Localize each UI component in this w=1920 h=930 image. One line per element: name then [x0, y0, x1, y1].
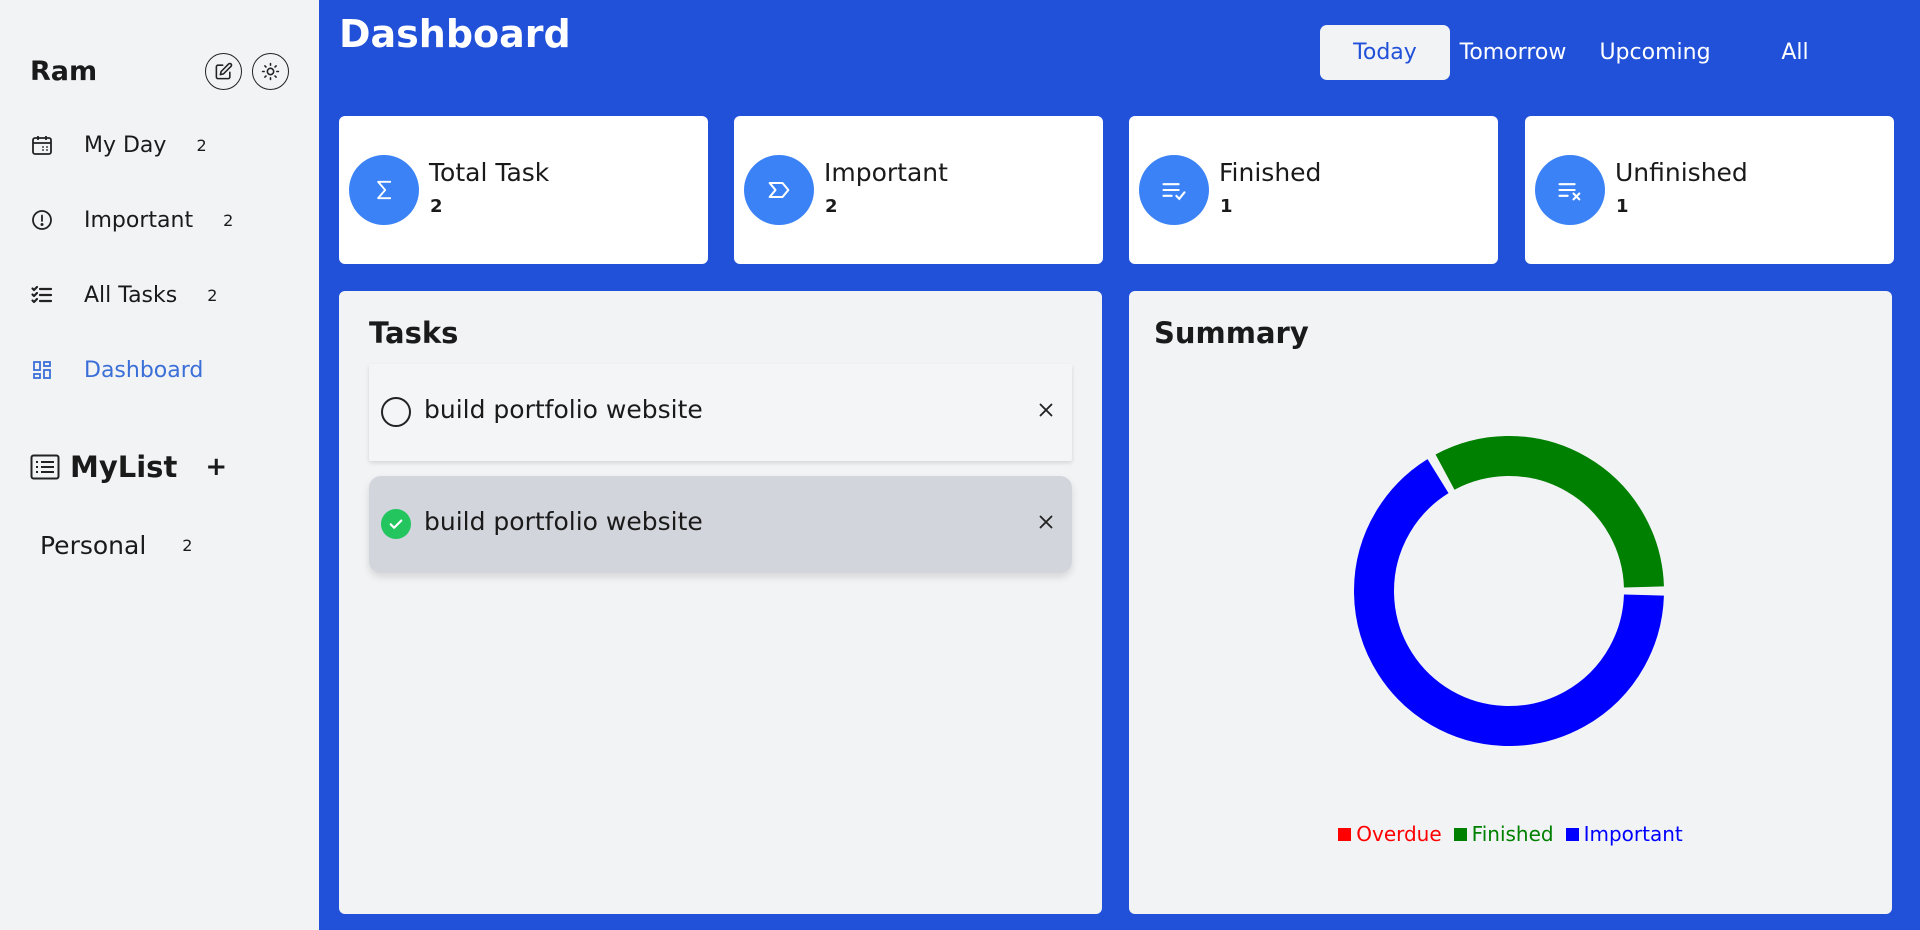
nav-label: Dashboard [84, 357, 204, 383]
check-icon [389, 519, 403, 529]
nav-item-my-day[interactable]: My Day 2 [30, 125, 207, 165]
task-checkbox[interactable] [381, 397, 411, 427]
task-row[interactable]: build portfolio website [369, 364, 1072, 461]
nav-label: All Tasks [84, 282, 178, 308]
task-text: build portfolio website [424, 395, 703, 424]
legend-item-finished[interactable]: Finished [1453, 822, 1554, 846]
add-list-button[interactable]: + [205, 452, 227, 482]
nav-label: Important [84, 207, 194, 233]
legend-label: Important [1583, 822, 1683, 846]
stat-card-important: Important 2 [734, 116, 1103, 264]
nav-count: 2 [223, 210, 234, 230]
page-title: Dashboard [339, 12, 571, 56]
list-count: 2 [182, 535, 193, 555]
nav-item-dashboard[interactable]: Dashboard [30, 350, 203, 390]
list-x-icon [1535, 155, 1605, 225]
user-name: Ram [30, 56, 98, 87]
donut-svg [1354, 436, 1664, 746]
list-item-personal[interactable]: Personal 2 [40, 525, 192, 565]
legend-swatch [1453, 827, 1467, 841]
legend-label: Overdue [1356, 822, 1442, 846]
list-label: Personal [40, 530, 147, 560]
stat-value: 1 [1616, 196, 1629, 217]
theme-toggle-button[interactable] [252, 53, 289, 90]
sun-icon [261, 62, 280, 81]
nav-count: 2 [196, 135, 207, 155]
task-checkbox-checked[interactable] [381, 509, 411, 539]
summary-donut-chart [1354, 436, 1664, 746]
sidebar: Ram My Day 2 Important 2 All Tasks 2 Das… [0, 0, 319, 930]
stat-value: 1 [1220, 196, 1233, 217]
legend-item-important[interactable]: Important [1565, 822, 1683, 846]
legend-swatch [1338, 827, 1352, 841]
stat-label: Finished [1219, 158, 1322, 187]
stat-label: Important [824, 158, 948, 187]
checklist-icon [30, 279, 62, 311]
main-content: Dashboard Today Tomorrow Upcoming All To… [319, 0, 1920, 930]
stat-value: 2 [430, 196, 443, 217]
summary-panel: Summary Overdue Finished Important [1129, 291, 1892, 914]
stat-card-unfinished: Unfinished 1 [1525, 116, 1894, 264]
user-header: Ram [30, 52, 290, 92]
stat-value: 2 [825, 196, 838, 217]
donut-slice-finished[interactable] [1435, 436, 1664, 588]
nav-item-important[interactable]: Important 2 [30, 200, 233, 240]
mylist-header: MyList + [30, 447, 227, 487]
list-icon [30, 454, 60, 480]
stat-card-total: Total Task 2 [339, 116, 708, 264]
edit-button[interactable] [205, 53, 242, 90]
chart-legend: Overdue Finished Important [1129, 822, 1892, 846]
legend-label: Finished [1471, 822, 1554, 846]
tab-all[interactable]: All [1755, 25, 1835, 80]
summary-title: Summary [1154, 316, 1309, 350]
edit-icon [215, 62, 233, 80]
stat-label: Total Task [429, 158, 550, 187]
tab-tomorrow[interactable]: Tomorrow [1453, 25, 1573, 80]
stat-card-finished: Finished 1 [1129, 116, 1498, 264]
sigma-icon [349, 155, 419, 225]
nav-item-all-tasks[interactable]: All Tasks 2 [30, 275, 217, 315]
alert-circle-icon [30, 204, 62, 236]
task-text: build portfolio website [424, 507, 703, 536]
tasks-title: Tasks [369, 316, 459, 350]
nav-count: 2 [207, 285, 218, 305]
nav-label: My Day [84, 132, 167, 158]
close-icon[interactable] [1034, 510, 1058, 534]
stat-label: Unfinished [1615, 158, 1748, 187]
task-row[interactable]: build portfolio website [369, 476, 1072, 573]
tab-today[interactable]: Today [1320, 25, 1450, 80]
calendar-icon [30, 129, 62, 161]
legend-item-overdue[interactable]: Overdue [1338, 822, 1442, 846]
important-tag-icon [744, 155, 814, 225]
dashboard-icon [30, 354, 62, 386]
tab-upcoming[interactable]: Upcoming [1590, 25, 1720, 80]
list-check-icon [1139, 155, 1209, 225]
close-icon[interactable] [1034, 398, 1058, 422]
legend-swatch [1565, 827, 1579, 841]
mylist-title: MyList [70, 450, 178, 484]
